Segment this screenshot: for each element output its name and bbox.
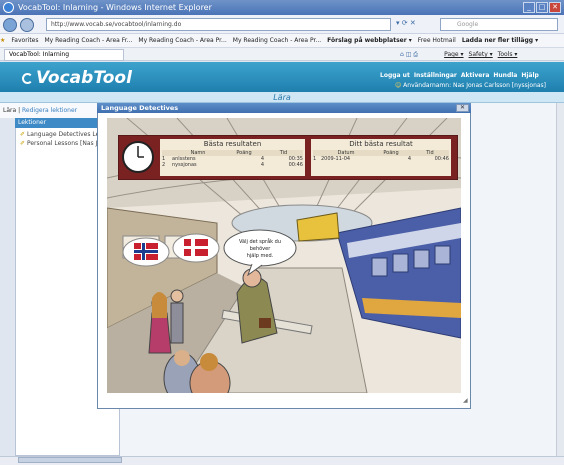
dialog-close-button[interactable]: ✕ [456,104,469,112]
ie-icon [3,2,14,13]
user-info: ☺ Användarnamn: Nas Jonas Carlsson [nyss… [395,82,547,89]
app-logo: VocabTool [22,68,132,88]
nav-logout[interactable]: Logga ut [380,72,410,79]
danish-flag-bubble[interactable] [172,233,220,263]
horizontal-scrollbar[interactable] [18,457,122,463]
speech-text: Välj det språk du behöver hjälp med. [239,239,281,259]
browser-tab[interactable]: VocabTool: Inlarning [4,49,124,61]
app-top-nav: Logga ut Inställningar Aktivera Hundla Hjälp [380,72,539,79]
favorite-link[interactable]: Free Hotmail [418,37,456,44]
table-row: 1 2009-11-04 4 00:46 [313,156,449,162]
page-menu[interactable]: Page ▾ [444,51,463,58]
favorite-link[interactable]: My Reading Coach - Area Pr... [138,37,226,44]
favorites-bar: ★ Favorites My Reading Coach - Area Fr... M… [0,34,564,48]
command-bar: ⌂ ◫ ⎙ Page ▾ Safety ▾ Tools ▾ [400,48,564,61]
favorite-link[interactable]: Förslag på webbplatser ▾ [327,37,412,44]
dialog-title: Language Detectives [97,103,471,113]
nav-shop[interactable]: Hundla [493,72,517,79]
search-input[interactable]: Google [440,18,558,31]
user-icon: ☺ [395,82,404,89]
favorite-link[interactable]: My Reading Coach - Area Pr... [233,37,321,44]
my-results-title: Ditt bästa resultat [349,140,413,148]
best-results-title: Bästa resultaten [203,140,262,148]
tools-menu[interactable]: Tools ▾ [498,51,518,58]
nav-activate[interactable]: Aktivera [461,72,490,79]
dialog-resize-grip[interactable]: ◢ [463,397,468,404]
minimize-button[interactable]: _ [523,2,535,13]
lesson-folder-icon: ✐ [20,140,27,147]
subnav-learn[interactable]: Lära [3,107,16,114]
favorites-label[interactable]: Favorites [11,37,38,44]
favorite-link[interactable]: Ladda ner fler tillägg ▾ [462,37,538,44]
lesson-folder-icon: ✐ [20,131,27,138]
window-title: VocabTool: Inlarning - Windows Internet … [0,0,564,15]
refresh-stop-icons[interactable]: ▾ ⟳ ✕ [396,19,436,30]
vertical-scrollbar[interactable] [556,103,564,456]
back-button[interactable] [3,18,17,32]
best-table: Namn Poäng Tid 1 anlsstens 4 00:35 2 nyssjonas… [162,150,303,168]
section-title: Lära [0,92,564,103]
nav-help[interactable]: Hjälp [521,72,538,79]
address-input[interactable]: http://www.vocab.se/vocabtool/inlarning.… [46,18,391,31]
my-table: Datum Poäng Tid 1 2009-11-04 4 00:46 [313,150,449,162]
norwegian-flag-bubble[interactable] [122,237,170,267]
screen: VocabTool: Inlarning - Windows Internet … [0,0,564,465]
favorite-link[interactable]: My Reading Coach - Area Fr... [45,37,133,44]
forward-button[interactable] [20,18,34,32]
subnav-edit-lessons[interactable]: Redigera lektioner [22,107,77,114]
maximize-button[interactable]: □ [536,2,548,13]
table-row: 2 nyssjonas 4 00:46 [162,162,303,168]
home-feeds-print-icons[interactable]: ⌂ ◫ ⎙ [400,51,418,58]
nav-settings[interactable]: Inställningar [414,72,457,79]
logo-swirl-icon [22,73,33,84]
close-window-button[interactable]: ✕ [549,2,561,13]
favorites-star-icon[interactable]: ★ [0,37,5,44]
safety-menu[interactable]: Safety ▾ [469,51,493,58]
